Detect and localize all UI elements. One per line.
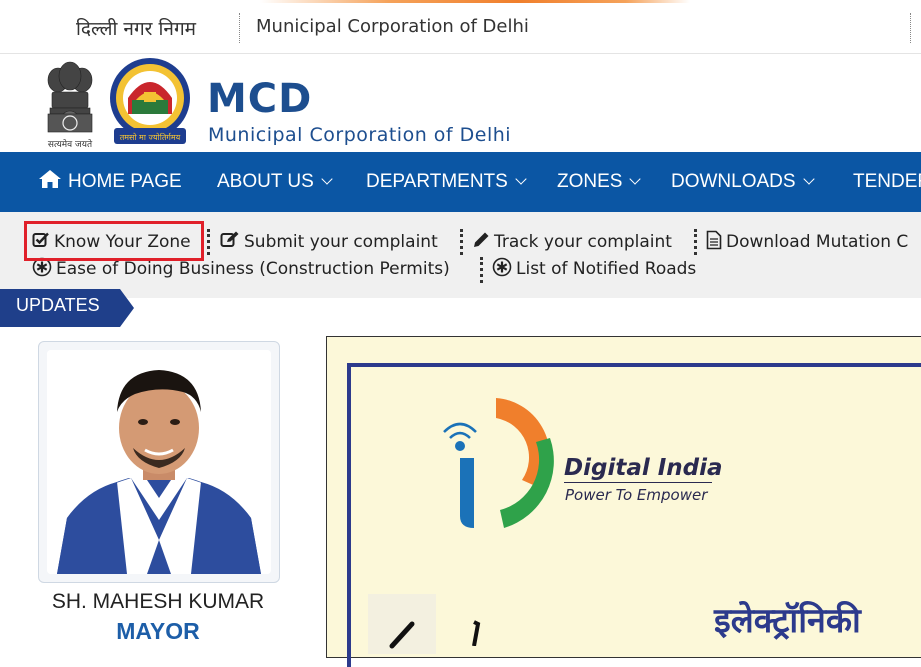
banner-glyph [472, 620, 481, 646]
quick-link-download-mutation[interactable]: Download Mutation C [706, 230, 909, 252]
chevron-left-icon [389, 621, 415, 649]
seal-motto: तमसो मा ज्योतिर्गमय [120, 132, 181, 142]
brand-subtitle: Municipal Corporation of Delhi [208, 124, 512, 146]
divider [460, 229, 463, 255]
top-bar: दिल्ली नगर निगम Municipal Corporation of… [0, 3, 921, 54]
nav-tender-label: TENDER [853, 171, 921, 192]
asterisk-circle-icon [492, 257, 512, 277]
emblem-caption: सत्यमेव जयते [48, 138, 93, 150]
nav-departments[interactable]: DEPARTMENTS [366, 152, 527, 212]
nav-about-label: ABOUT US [217, 171, 314, 192]
document-icon [706, 230, 722, 250]
divider [480, 257, 483, 283]
nav-zones-label: ZONES [557, 171, 623, 192]
quick-link-label: Submit your complaint [244, 232, 438, 252]
nav-zones[interactable]: ZONES [557, 152, 642, 212]
nav-downloads[interactable]: DOWNLOADS [671, 152, 815, 212]
pencil-icon [474, 232, 489, 247]
mayor-card[interactable] [38, 341, 280, 583]
main-navigation: HOME PAGE ABOUT US DEPARTMENTS ZONES DOW… [0, 152, 921, 212]
chevron-down-icon [321, 173, 333, 185]
title-underline [564, 482, 712, 483]
digital-india-title: Digital India [564, 455, 723, 481]
mayor-name: SH. MAHESH KUMAR [51, 590, 265, 613]
carousel-prev-button[interactable] [368, 594, 436, 654]
divider [694, 229, 697, 255]
banner-hindi-text: इलेक्ट्रॉनिकी [714, 601, 861, 641]
nav-home-label: HOME PAGE [68, 171, 182, 192]
chevron-down-icon [802, 173, 815, 185]
quick-link-ease-of-doing-business[interactable]: Ease of Doing Business (Construction Per… [32, 257, 450, 279]
quick-link-notified-roads[interactable]: List of Notified Roads [492, 257, 697, 279]
digital-india-logo [443, 398, 554, 528]
quick-link-label: Ease of Doing Business (Construction Per… [56, 259, 450, 279]
nav-downloads-label: DOWNLOADS [671, 171, 796, 192]
updates-label: UPDATES [16, 295, 100, 315]
edit-icon [220, 231, 239, 247]
updates-tag: UPDATES [0, 289, 134, 327]
quick-link-label: Download Mutation C [726, 232, 909, 252]
national-emblem-logo[interactable]: सत्यमेव जयते [42, 58, 98, 150]
mayor-photo [47, 350, 271, 574]
home-icon [39, 169, 61, 188]
site-header: सत्यमेव जयते तमसो मा ज्योतिर्गमय MCD Mun… [0, 54, 921, 152]
mcd-seal-logo[interactable]: तमसो मा ज्योतिर्गमय [106, 56, 194, 148]
chevron-down-icon [515, 173, 527, 185]
highlight-box [24, 221, 204, 261]
nav-tender[interactable]: TENDER [853, 152, 921, 212]
digital-india-tagline: Power To Empower [565, 486, 708, 504]
brand-title[interactable]: MCD [207, 76, 312, 122]
nav-about-us[interactable]: ABOUT US [217, 152, 333, 212]
chevron-down-icon [629, 173, 642, 185]
divider [239, 13, 241, 43]
english-site-title: Municipal Corporation of Delhi [256, 16, 529, 37]
divider [910, 13, 912, 43]
nav-home-page[interactable]: HOME PAGE [38, 152, 182, 212]
divider [207, 229, 210, 255]
quick-link-label: Track your complaint [494, 232, 672, 252]
hindi-site-title: दिल्ली नगर निगम [76, 18, 196, 40]
quick-link-label: List of Notified Roads [516, 259, 697, 279]
mayor-title: MAYOR [116, 618, 200, 644]
quick-link-track-complaint[interactable]: Track your complaint [472, 232, 672, 252]
quick-link-submit-complaint[interactable]: Submit your complaint [220, 231, 438, 252]
nav-departments-label: DEPARTMENTS [366, 171, 508, 192]
